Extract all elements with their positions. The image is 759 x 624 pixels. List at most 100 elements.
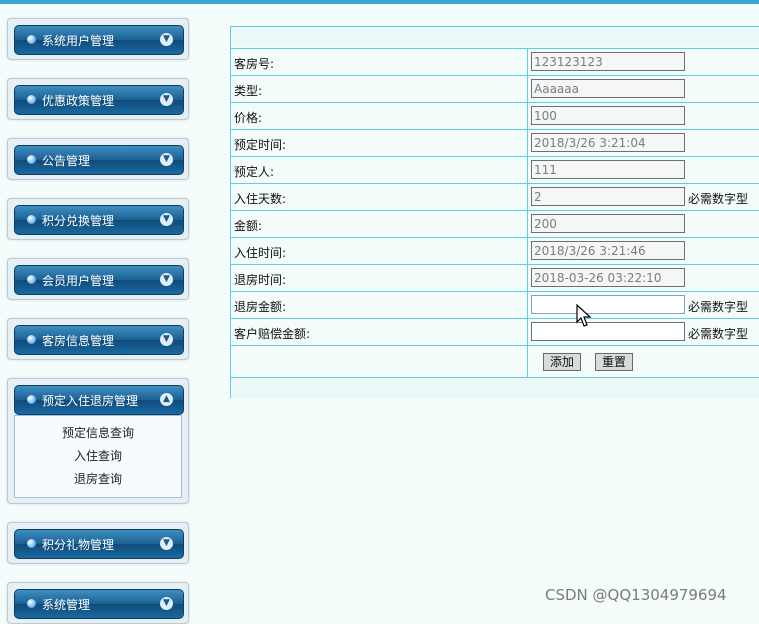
panel-header-bar (231, 27, 759, 47)
column-divider (527, 103, 528, 129)
menu-system: 系统管理 ▼ (7, 582, 189, 624)
chevron-down-icon[interactable]: ▼ (160, 333, 173, 346)
field-label: 预定人: (234, 165, 275, 179)
column-divider (527, 76, 528, 102)
chevron-down-icon[interactable]: ▼ (160, 153, 173, 166)
checkout-form-panel: 客房号: 类型: 价格: 预定时间: 预定人: 入住天数: 必需数字型 金额: … (230, 26, 759, 398)
field-label: 入住天数: (234, 192, 287, 206)
reserve-time-field[interactable] (531, 133, 685, 152)
chevron-down-icon[interactable]: ▼ (160, 597, 173, 610)
column-divider (527, 49, 528, 75)
column-divider (527, 157, 528, 183)
field-label: 价格: (234, 111, 263, 125)
column-divider (527, 238, 528, 264)
submenu-item-reservation-query[interactable]: 预定信息查询 (15, 422, 181, 445)
menu-label: 公告管理 (42, 154, 91, 168)
menu-label: 系统用户管理 (42, 34, 115, 48)
compensation-input[interactable] (531, 322, 685, 341)
menu-label: 系统管理 (42, 598, 91, 612)
reset-button[interactable]: 重置 (595, 353, 634, 371)
menu-header-points-gift[interactable]: 积分礼物管理 ▼ (14, 529, 184, 559)
chevron-down-icon[interactable]: ▼ (160, 273, 173, 286)
menu-label: 预定入住退房管理 (42, 394, 139, 408)
menu-header-user-admin[interactable]: 系统用户管理 ▼ (14, 25, 184, 55)
menu-label: 客房信息管理 (42, 334, 115, 348)
chevron-down-icon[interactable]: ▼ (160, 537, 173, 550)
field-label: 客房号: (234, 57, 275, 71)
checkin-time-field[interactable] (531, 241, 685, 260)
price-field[interactable] (531, 106, 685, 125)
numeric-hint: 必需数字型 (688, 192, 749, 206)
bullet-icon (27, 155, 36, 164)
menu-points-exchange: 积分兑换管理 ▼ (7, 198, 189, 240)
row-refund-amount: 退房金额: 必需数字型 (231, 291, 759, 318)
row-checkout-time: 退房时间: (231, 264, 759, 291)
row-price: 价格: (231, 102, 759, 129)
chevron-down-icon[interactable]: ▼ (160, 33, 173, 46)
menu-header-room-info[interactable]: 客房信息管理 ▼ (14, 325, 184, 355)
field-label: 退房金额: (234, 300, 287, 314)
menu-header-member-users[interactable]: 会员用户管理 ▼ (14, 265, 184, 295)
menu-label: 优惠政策管理 (42, 94, 115, 108)
menu-header-promotion[interactable]: 优惠政策管理 ▼ (14, 85, 184, 115)
column-divider (527, 265, 528, 291)
column-divider (527, 319, 528, 345)
bullet-icon (27, 539, 36, 548)
menu-label: 会员用户管理 (42, 274, 115, 288)
menu-reservation: 预定入住退房管理 ▲ 预定信息查询 入住查询 退房查询 (7, 378, 189, 504)
menu-member-users: 会员用户管理 ▼ (7, 258, 189, 300)
bullet-icon (27, 599, 36, 608)
refund-amount-input[interactable] (531, 295, 685, 314)
checkout-time-field[interactable] (531, 268, 685, 287)
field-label: 类型: (234, 84, 263, 98)
reserver-field[interactable] (531, 160, 685, 179)
field-label: 入住时间: (234, 246, 287, 260)
panel-footer-bar (231, 377, 759, 398)
chevron-down-icon[interactable]: ▼ (160, 213, 173, 226)
field-label: 客户赔偿金额: (234, 327, 311, 341)
mouse-cursor-icon (576, 304, 592, 327)
amount-field[interactable] (531, 214, 685, 233)
column-divider (527, 346, 528, 377)
row-compensation: 客户赔偿金额: 必需数字型 (231, 318, 759, 345)
row-reserve-time: 预定时间: (231, 129, 759, 156)
row-room-no: 客房号: (231, 48, 759, 75)
bullet-icon (27, 335, 36, 344)
row-amount: 金额: (231, 210, 759, 237)
row-type: 类型: (231, 75, 759, 102)
numeric-hint: 必需数字型 (688, 327, 749, 341)
menu-header-points-exchange[interactable]: 积分兑换管理 ▼ (14, 205, 184, 235)
row-stay-days: 入住天数: 必需数字型 (231, 183, 759, 210)
chevron-down-icon[interactable]: ▼ (160, 93, 173, 106)
watermark-text: CSDN @QQ1304979694 (545, 586, 727, 604)
menu-label: 积分礼物管理 (42, 538, 115, 552)
bullet-icon (27, 95, 36, 104)
column-divider (527, 184, 528, 210)
stay-days-field[interactable] (531, 187, 685, 206)
menu-room-info: 客房信息管理 ▼ (7, 318, 189, 360)
room-no-field[interactable] (531, 52, 685, 71)
menu-user-admin: 系统用户管理 ▼ (7, 18, 189, 60)
field-label: 预定时间: (234, 138, 287, 152)
row-checkin-time: 入住时间: (231, 237, 759, 264)
row-actions: 添加 重置 (231, 345, 759, 377)
add-button[interactable]: 添加 (543, 353, 582, 371)
row-reserver: 预定人: (231, 156, 759, 183)
column-divider (527, 211, 528, 237)
sidebar: 系统用户管理 ▼ 优惠政策管理 ▼ 公告管理 ▼ 积分兑换管理 ▼ 会员用户管理… (0, 0, 200, 624)
type-field[interactable] (531, 79, 685, 98)
numeric-hint: 必需数字型 (688, 300, 749, 314)
menu-header-notice[interactable]: 公告管理 ▼ (14, 145, 184, 175)
submenu-item-checkin-query[interactable]: 入住查询 (15, 445, 181, 468)
bullet-icon (27, 215, 36, 224)
chevron-up-icon[interactable]: ▲ (160, 393, 173, 406)
reservation-submenu: 预定信息查询 入住查询 退房查询 (14, 415, 182, 498)
submenu-item-checkout-query[interactable]: 退房查询 (15, 468, 181, 491)
menu-points-gift: 积分礼物管理 ▼ (7, 522, 189, 564)
menu-label: 积分兑换管理 (42, 214, 115, 228)
menu-header-reservation[interactable]: 预定入住退房管理 ▲ (14, 385, 184, 415)
bullet-icon (27, 35, 36, 44)
menu-header-system[interactable]: 系统管理 ▼ (14, 589, 184, 619)
menu-promotion: 优惠政策管理 ▼ (7, 78, 189, 120)
field-label: 金额: (234, 219, 263, 233)
